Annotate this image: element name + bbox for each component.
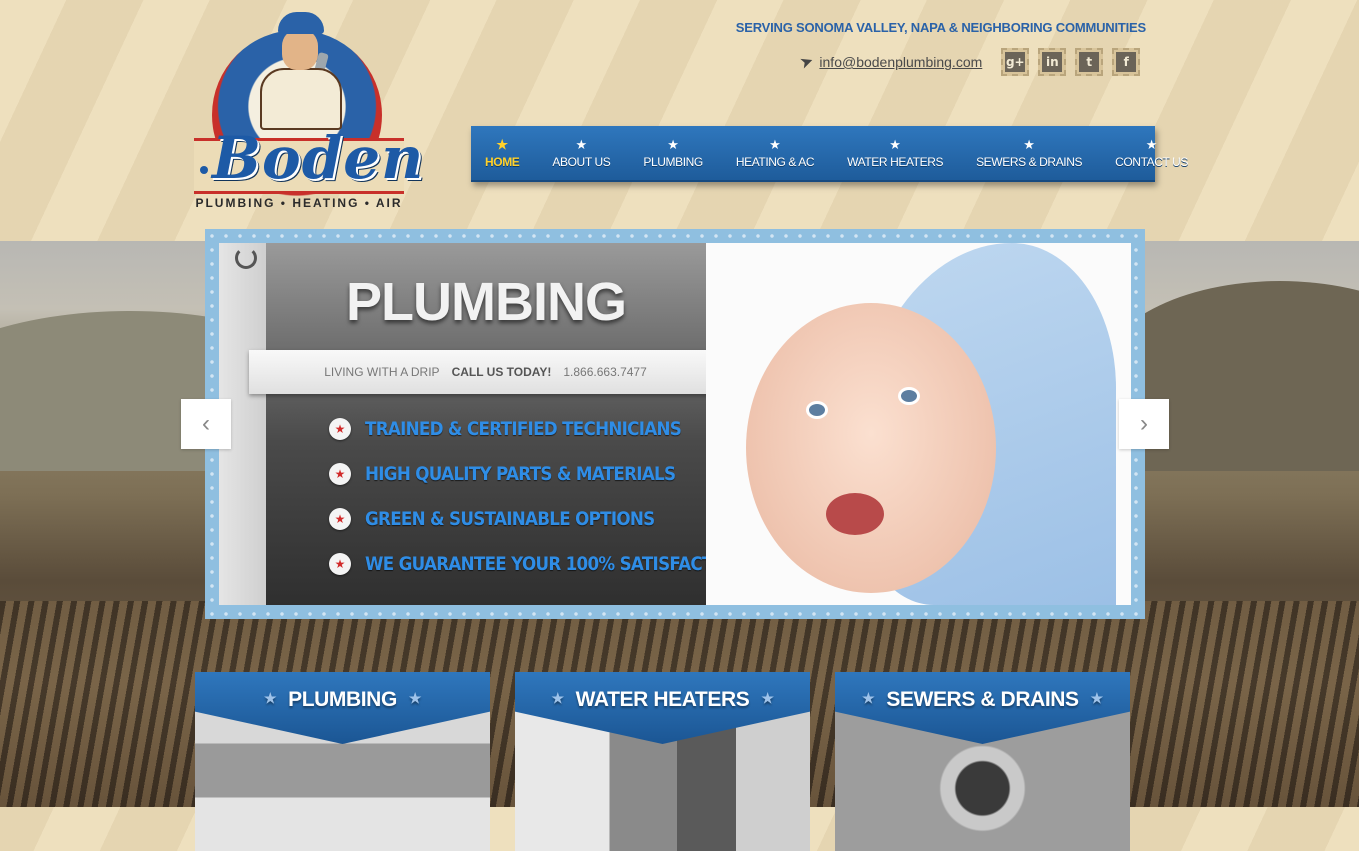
star-icon: ★ xyxy=(263,690,277,706)
star-bullet-icon: ★ xyxy=(329,417,351,440)
star-icon: ★ xyxy=(1145,136,1158,152)
chevron-right-icon: › xyxy=(1140,410,1148,437)
ribbon-cta: CALL US TODAY! xyxy=(451,365,552,379)
nav-water-heaters[interactable]: ★ WATER HEATERS xyxy=(847,136,944,169)
star-icon: ★ xyxy=(667,136,679,152)
nav-label: HOME xyxy=(485,154,520,169)
linkedin-icon: in xyxy=(1042,52,1063,72)
card-title: ★ PLUMBING ★ xyxy=(263,688,422,711)
card-sewers-drains[interactable]: ★ SEWERS & DRAINS ★ xyxy=(835,672,1130,851)
nav-label: WATER HEATERS xyxy=(847,154,944,169)
google-plus-link[interactable]: g+ xyxy=(1001,48,1030,76)
plumber-mascot-icon xyxy=(254,12,344,130)
loading-spinner-icon xyxy=(235,247,257,269)
facebook-link[interactable]: f xyxy=(1112,48,1141,76)
card-title: ★ SEWERS & DRAINS ★ xyxy=(862,688,1104,711)
nav-label: PLUMBING xyxy=(643,154,703,169)
nav-about-us[interactable]: ★ ABOUT US xyxy=(552,136,611,169)
feature-text: HIGH QUALITY PARTS & MATERIALS xyxy=(365,462,676,485)
boden-logo[interactable]: Boden PLUMBING • HEATING • AIR xyxy=(192,8,425,212)
feature-text: TRAINED & CERTIFIED TECHNICIANS xyxy=(365,417,682,440)
ribbon-phone[interactable]: 1.866.663.7477 xyxy=(563,365,646,379)
star-icon: ★ xyxy=(889,136,901,152)
star-bullet-icon: ★ xyxy=(329,552,351,575)
paper-plane-icon: ➤ xyxy=(797,52,817,73)
star-icon: ★ xyxy=(862,690,875,706)
ribbon-tagline: LIVING WITH A DRIP xyxy=(324,365,440,379)
baby-face xyxy=(746,303,996,593)
nav-label: ABOUT US xyxy=(552,154,611,169)
star-icon: ★ xyxy=(551,690,564,706)
nav-home[interactable]: ★ HOME xyxy=(485,136,520,169)
star-bullet-icon: ★ xyxy=(329,462,351,485)
service-area-text: SERVING SONOMA VALLEY, NAPA & NEIGHBORIN… xyxy=(735,20,1146,35)
feature-text: WE GUARANTEE YOUR 100% SATISFACTION xyxy=(365,552,746,575)
star-icon: ★ xyxy=(1090,690,1104,706)
call-ribbon: LIVING WITH A DRIP CALL US TODAY! 1.866.… xyxy=(249,350,722,394)
linkedin-link[interactable]: in xyxy=(1038,48,1067,76)
baby-photo xyxy=(706,243,1131,605)
logo-name: Boden xyxy=(212,124,425,192)
slider-prev-button[interactable]: ‹ xyxy=(181,399,231,449)
star-icon: ★ xyxy=(575,136,588,152)
email-link[interactable]: info@bodenplumbing.com xyxy=(819,54,982,70)
twitter-link[interactable]: t xyxy=(1075,48,1104,76)
nav-label: SEWERS & DRAINS xyxy=(976,154,1083,169)
nav-plumbing[interactable]: ★ PLUMBING xyxy=(643,136,703,169)
star-icon: ★ xyxy=(496,136,509,152)
card-water-heaters[interactable]: ★ WATER HEATERS ★ xyxy=(515,672,810,851)
card-title: ★ WATER HEATERS ★ xyxy=(551,688,774,711)
nav-label: HEATING & AC xyxy=(735,154,815,169)
slider-next-button[interactable]: › xyxy=(1119,399,1169,449)
nav-heating-ac[interactable]: ★ HEATING & AC xyxy=(735,136,815,169)
hero-slider: PLUMBING LIVING WITH A DRIP CALL US TODA… xyxy=(205,229,1145,619)
card-plumbing[interactable]: ★ PLUMBING ★ xyxy=(195,672,490,851)
logo-tagline: PLUMBING • HEATING • AIR xyxy=(195,196,403,210)
contact-row: ➤ info@bodenplumbing.com g+ in t f xyxy=(797,48,1141,76)
star-icon: ★ xyxy=(761,690,774,706)
feature-text: GREEN & SUSTAINABLE OPTIONS xyxy=(365,507,655,530)
nav-sewers-drains[interactable]: ★ SEWERS & DRAINS xyxy=(976,136,1083,169)
main-nav: ★ HOME ★ ABOUT US ★ PLUMBING ★ HEATING &… xyxy=(471,126,1188,182)
google-plus-icon: g+ xyxy=(1005,52,1026,72)
twitter-icon: t xyxy=(1079,52,1100,72)
nav-label: CONTACT US xyxy=(1115,154,1189,169)
nav-contact-us[interactable]: ★ CONTACT US xyxy=(1115,136,1189,169)
slide: PLUMBING LIVING WITH A DRIP CALL US TODA… xyxy=(219,243,1131,605)
star-bullet-icon: ★ xyxy=(329,507,351,530)
star-icon: ★ xyxy=(1023,136,1035,152)
logo-dot-left xyxy=(200,166,208,174)
star-icon: ★ xyxy=(408,690,422,706)
chevron-left-icon: ‹ xyxy=(202,410,210,437)
star-icon: ★ xyxy=(769,136,781,152)
facebook-icon: f xyxy=(1116,52,1137,72)
slide-title: PLUMBING xyxy=(346,272,627,332)
